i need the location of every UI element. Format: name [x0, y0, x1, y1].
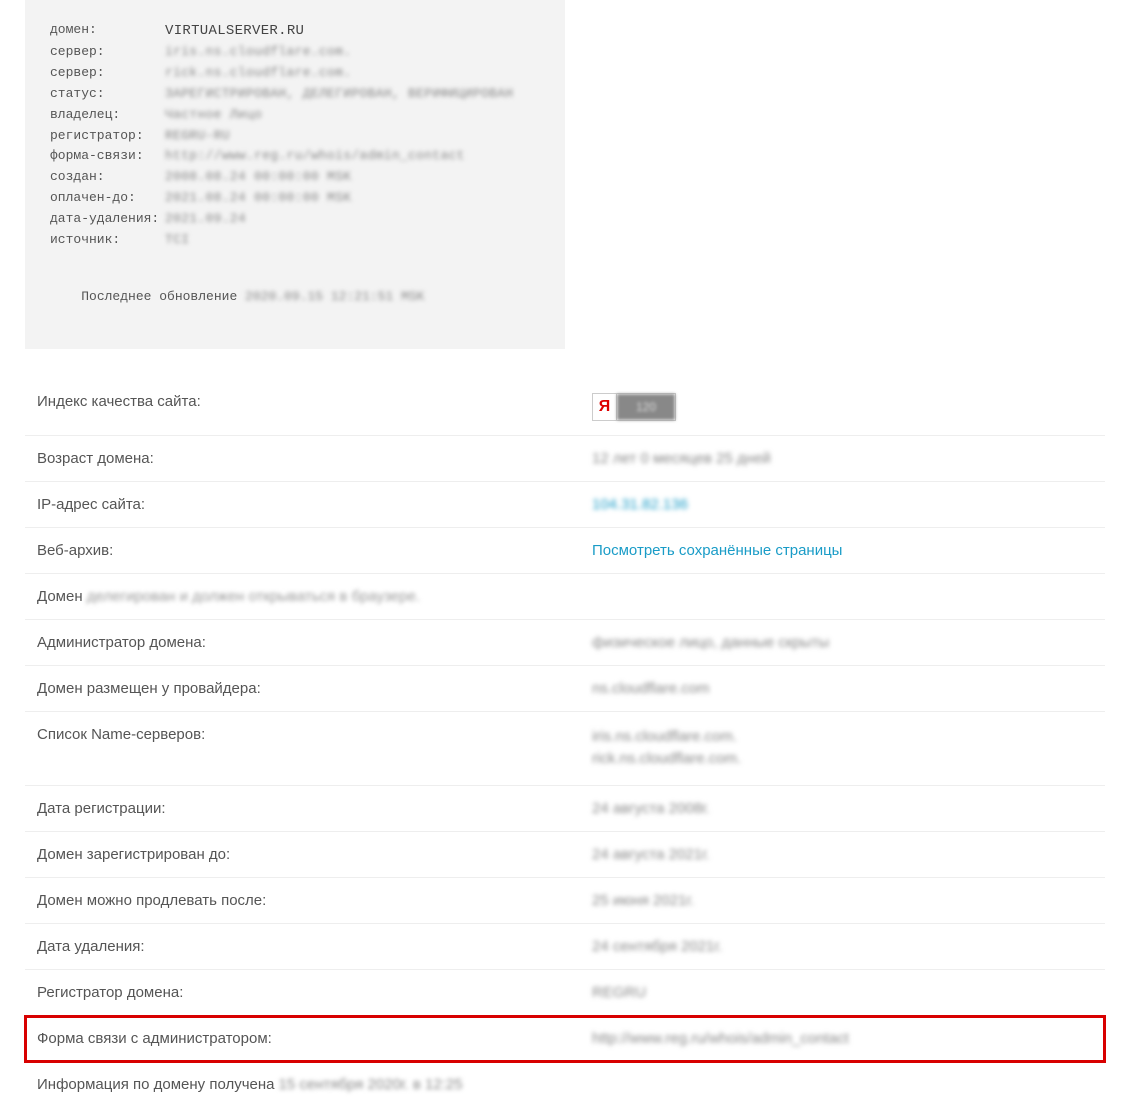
row-renew: Домен можно продлевать после: 25 июня 20… — [25, 878, 1105, 924]
delegated-text: Домен делегирован и должен открываться в… — [37, 588, 420, 605]
row-age: Возраст домена: 12 лет 0 месяцев 25 дней — [25, 436, 1105, 482]
whois-field-value: 2021.09.24 — [165, 209, 246, 230]
whois-field-label: владелец: — [50, 105, 165, 126]
whois-row: регистратор:REGRU-RU — [50, 126, 540, 147]
whois-field-value: iris.ns.cloudflare.com. — [165, 42, 351, 63]
whois-field-label: статус: — [50, 84, 165, 105]
row-provider: Домен размещен у провайдера: ns.cloudfla… — [25, 666, 1105, 712]
yandex-logo-icon: Я — [593, 394, 617, 420]
renew-value: 25 июня 2021г. — [592, 892, 694, 909]
paid-value: 24 августа 2021г. — [592, 846, 710, 863]
row-admin: Администратор домена: физическое лицо, д… — [25, 620, 1105, 666]
whois-field-label: сервер: — [50, 42, 165, 63]
row-regdate: Дата регистрации: 24 августа 2008г. — [25, 786, 1105, 832]
whois-field-value: TCI — [165, 230, 189, 251]
whois-field-label: дата-удаления: — [50, 209, 165, 230]
whois-raw-block: домен:VIRTUALSERVER.RUсервер:iris.ns.clo… — [25, 0, 565, 349]
whois-row: оплачен-до:2021.08.24 00:00:00 MSK — [50, 188, 540, 209]
whois-last-update: Последнее обновление 2020.09.15 12:21:51… — [50, 266, 540, 328]
ip-value[interactable]: 104.31.82.136 — [592, 496, 688, 513]
ip-label: IP-адрес сайта: — [37, 496, 592, 513]
archive-label: Веб-архив: — [37, 542, 592, 559]
whois-row: сервер:rick.ns.cloudflare.com. — [50, 63, 540, 84]
row-delegated: Домен делегирован и должен открываться в… — [25, 574, 1105, 620]
whois-field-label: источник: — [50, 230, 165, 251]
admin-label: Администратор домена: — [37, 634, 592, 651]
whois-field-value: 2021.08.24 00:00:00 MSK — [165, 188, 351, 209]
whois-field-label: сервер: — [50, 63, 165, 84]
whois-row: дата-удаления:2021.09.24 — [50, 209, 540, 230]
provider-label: Домен размещен у провайдера: — [37, 680, 592, 697]
row-paidtill: Домен зарегистрирован до: 24 августа 202… — [25, 832, 1105, 878]
regdate-label: Дата регистрации: — [37, 800, 592, 817]
yandex-score: 120 — [617, 394, 675, 420]
row-ip: IP-адрес сайта: 104.31.82.136 — [25, 482, 1105, 528]
obtained-value: 15 сентября 2020г. в 12:25 — [279, 1076, 463, 1093]
whois-field-label: домен: — [50, 20, 165, 42]
whois-row: сервер:iris.ns.cloudflare.com. — [50, 42, 540, 63]
ns-values: iris.ns.cloudflare.com. rick.ns.cloudfla… — [592, 726, 741, 771]
whois-field-label: оплачен-до: — [50, 188, 165, 209]
registrar-value: REGRU — [592, 984, 646, 1001]
whois-field-value: Частное Лицо — [165, 105, 262, 126]
whois-row: статус:ЗАРЕГИСТРИРОВАН, ДЕЛЕГИРОВАН, ВЕР… — [50, 84, 540, 105]
whois-field-label: регистратор: — [50, 126, 165, 147]
whois-field-label: форма-связи: — [50, 146, 165, 167]
whois-row: создан:2008.08.24 00:00:00 MSK — [50, 167, 540, 188]
age-label: Возраст домена: — [37, 450, 592, 467]
archive-link[interactable]: Посмотреть сохранённые страницы — [592, 542, 842, 559]
domain-info-table: Индекс качества сайта: Я 120 Возраст дом… — [25, 379, 1105, 1107]
yandex-iqs-badge[interactable]: Я 120 — [592, 393, 676, 421]
del-value: 24 сентября 2021г. — [592, 938, 722, 955]
whois-field-label: создан: — [50, 167, 165, 188]
age-value: 12 лет 0 месяцев 25 дней — [592, 450, 771, 467]
quality-value: Я 120 — [592, 393, 676, 421]
whois-field-value: rick.ns.cloudflare.com. — [165, 63, 351, 84]
quality-label: Индекс качества сайта: — [37, 393, 592, 410]
whois-row: форма-связи:http://www.reg.ru/whois/admi… — [50, 146, 540, 167]
contact-value: http://www.reg.ru/whois/admin_contact — [592, 1030, 849, 1047]
del-label: Дата удаления: — [37, 938, 592, 955]
paid-label: Домен зарегистрирован до: — [37, 846, 592, 863]
regdate-value: 24 августа 2008г. — [592, 800, 710, 817]
whois-field-value: http://www.reg.ru/whois/admin_contact — [165, 146, 465, 167]
row-obtained: Информация по домену получена 15 сентябр… — [25, 1062, 1105, 1107]
row-nameservers: Список Name-серверов: iris.ns.cloudflare… — [25, 712, 1105, 786]
whois-field-value: ЗАРЕГИСТРИРОВАН, ДЕЛЕГИРОВАН, ВЕРИФИЦИРО… — [165, 84, 513, 105]
contact-label: Форма связи с администратором: — [37, 1030, 592, 1047]
renew-label: Домен можно продлевать после: — [37, 892, 592, 909]
admin-value: физическое лицо, данные скрыты — [592, 634, 829, 651]
row-quality: Индекс качества сайта: Я 120 — [25, 379, 1105, 436]
whois-field-value: REGRU-RU — [165, 126, 230, 147]
row-registrar: Регистратор домена: REGRU — [25, 970, 1105, 1016]
whois-row: источник:TCI — [50, 230, 540, 251]
row-deletion: Дата удаления: 24 сентября 2021г. — [25, 924, 1105, 970]
whois-row: владелец:Частное Лицо — [50, 105, 540, 126]
ns-label: Список Name-серверов: — [37, 726, 592, 743]
whois-field-value: VIRTUALSERVER.RU — [165, 20, 304, 42]
whois-field-value: 2008.08.24 00:00:00 MSK — [165, 167, 351, 188]
whois-row: домен:VIRTUALSERVER.RU — [50, 20, 540, 42]
obtained-prefix: Информация по домену получена — [37, 1076, 275, 1093]
row-archive: Веб-архив: Посмотреть сохранённые страни… — [25, 528, 1105, 574]
provider-value: ns.cloudflare.com — [592, 680, 710, 697]
registrar-label: Регистратор домена: — [37, 984, 592, 1001]
